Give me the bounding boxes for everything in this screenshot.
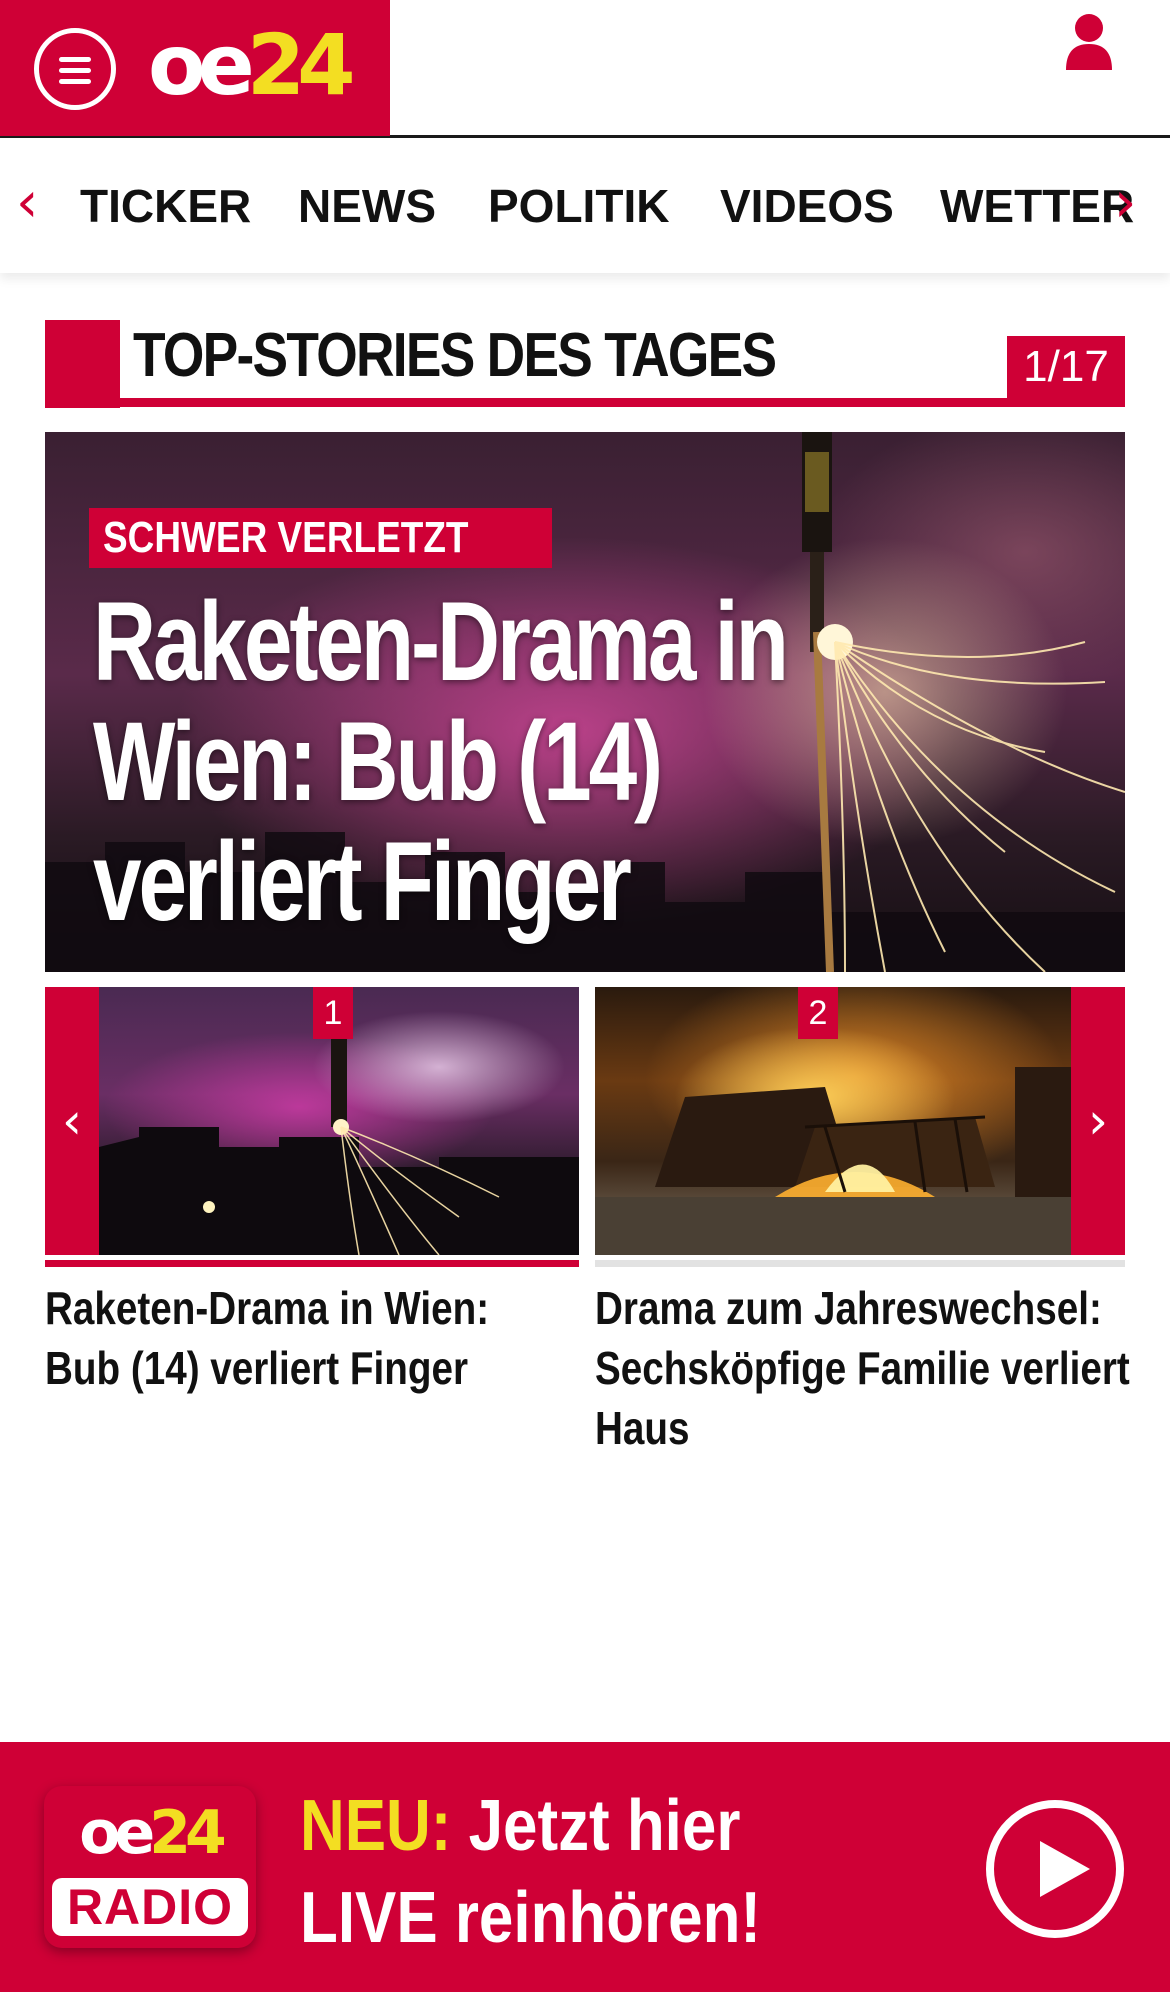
hero-story[interactable]: SCHWER VERLETZT Raketen-Drama in Wien: B… bbox=[45, 432, 1125, 972]
section-title: TOP-STORIES DES TAGES bbox=[133, 321, 777, 390]
logo-oe: oe bbox=[148, 16, 255, 114]
chevron-left-icon: ‹ bbox=[62, 1092, 82, 1150]
thumbnail-number-1: 1 bbox=[313, 987, 353, 1039]
thumbnail-title-2[interactable]: Drama zum Jahreswechsel: Sechsköpfige Fa… bbox=[595, 1278, 1149, 1458]
play-icon[interactable] bbox=[986, 1800, 1124, 1938]
user-icon[interactable] bbox=[1064, 12, 1114, 72]
thumbnail-story-2[interactable]: 2 bbox=[595, 987, 1071, 1255]
logo-24: 24 bbox=[246, 16, 356, 114]
brand-block: oe24 bbox=[0, 0, 390, 136]
hero-kicker: SCHWER VERLETZT bbox=[89, 508, 553, 568]
section-accent bbox=[45, 320, 120, 408]
active-indicator bbox=[45, 1260, 579, 1267]
slide-counter: 1/17 bbox=[1007, 336, 1125, 398]
story-carousel: ‹ 1 2 › bbox=[45, 987, 1125, 1267]
hero-headline[interactable]: Raketen-Drama in Wien: Bub (14) verliert… bbox=[93, 582, 873, 942]
thumbnail-story-1[interactable]: 1 bbox=[99, 987, 579, 1255]
nav-prev-arrow-icon[interactable]: ‹ bbox=[16, 173, 38, 233]
radio-logo-top: oe24 bbox=[79, 1798, 226, 1868]
radio-line2: LIVE reinhören! bbox=[300, 1878, 762, 1958]
radio-line1: Jetzt hier bbox=[468, 1786, 741, 1866]
carousel-prev-button[interactable]: ‹ bbox=[45, 987, 99, 1255]
nav-item-news[interactable]: NEWS bbox=[298, 181, 436, 231]
radio-logo: oe24 RADIO bbox=[44, 1786, 256, 1948]
thumbnail-title-1[interactable]: Raketen-Drama in Wien: Bub (14) verliert… bbox=[45, 1278, 557, 1398]
section-header: TOP-STORIES DES TAGES 1/17 bbox=[45, 320, 1125, 408]
category-nav: ‹ TICKER NEWS POLITIK VIDEOS WETTER › bbox=[0, 139, 1170, 273]
chevron-right-icon: › bbox=[1088, 1092, 1108, 1150]
inactive-indicator bbox=[595, 1260, 1125, 1267]
carousel-next-button[interactable]: › bbox=[1071, 987, 1125, 1255]
nav-item-ticker[interactable]: TICKER bbox=[80, 181, 251, 231]
radio-new-label: NEU: bbox=[300, 1786, 452, 1866]
radio-logo-label: RADIO bbox=[52, 1878, 248, 1936]
nav-item-videos[interactable]: VIDEOS bbox=[720, 181, 894, 231]
thumbnail-number-2: 2 bbox=[798, 987, 838, 1039]
section-underline bbox=[45, 398, 1125, 407]
hamburger-menu-icon[interactable] bbox=[34, 28, 116, 110]
radio-banner[interactable]: oe24 RADIO NEU: Jetzt hier LIVE reinhöre… bbox=[0, 1742, 1170, 1992]
nav-next-arrow-icon[interactable]: › bbox=[1114, 173, 1136, 233]
top-header: oe24 bbox=[0, 0, 1170, 138]
radio-promo-text: NEU: Jetzt hier LIVE reinhören! bbox=[300, 1780, 761, 1964]
nav-item-wetter[interactable]: WETTER bbox=[940, 181, 1134, 231]
nav-item-politik[interactable]: POLITIK bbox=[488, 181, 669, 231]
site-logo[interactable]: oe24 bbox=[148, 20, 356, 110]
